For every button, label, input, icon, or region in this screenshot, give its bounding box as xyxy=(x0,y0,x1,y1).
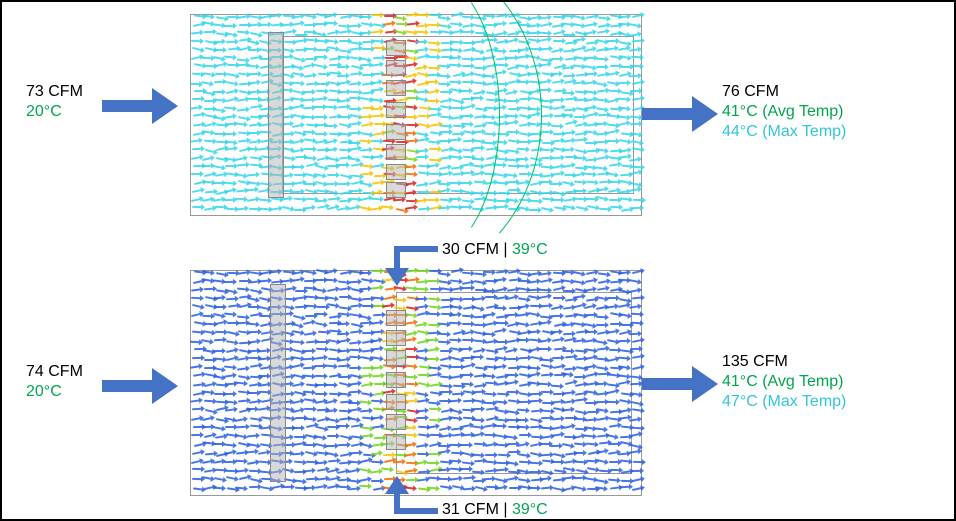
bottom-outlet-label: 135 CFM 41°C (Avg Temp) 47°C (Max Temp) xyxy=(722,352,846,412)
top-fan xyxy=(386,60,406,76)
aux-top-cfm: 30 CFM xyxy=(442,241,499,258)
top-filter-block xyxy=(268,32,284,198)
top-fan xyxy=(386,182,406,198)
arrow-right-icon xyxy=(102,368,186,404)
arrow-right-icon xyxy=(102,88,186,124)
top-outlet-avg: 41°C xyxy=(722,103,758,120)
aux-top-temp: 39°C xyxy=(512,241,548,258)
top-outlet-cfm: 76 CFM xyxy=(722,83,779,100)
top-outlet-max-note: (Max Temp) xyxy=(762,123,846,140)
top-inlet-cfm: 73 CFM xyxy=(26,83,83,100)
bottom-outlet-avg-note: (Avg Temp) xyxy=(762,373,843,390)
bottom-inlet-label: 74 CFM 20°C xyxy=(26,362,83,402)
bottom-filter-block xyxy=(270,284,286,482)
bottom-flow-panel xyxy=(190,270,640,494)
sep: | xyxy=(503,241,512,258)
top-vector-field xyxy=(190,14,640,214)
bottom-fan xyxy=(386,394,406,410)
top-fan xyxy=(386,80,406,96)
bottom-inlet-cfm: 74 CFM xyxy=(26,363,83,380)
bottom-fan xyxy=(386,350,406,366)
bottom-inlet-temp: 20°C xyxy=(26,383,62,400)
bottom-outlet-max-note: (Max Temp) xyxy=(762,393,846,410)
bottom-vector-field xyxy=(190,270,640,494)
bottom-outlet-avg: 41°C xyxy=(722,373,758,390)
top-inlet-label: 73 CFM 20°C xyxy=(26,82,83,122)
top-fan xyxy=(386,40,406,56)
top-fan xyxy=(386,164,406,180)
arrow-right-icon xyxy=(642,366,726,402)
diagram-frame: 73 CFM 20°C 76 CFM 41°C (Avg Temp) 44°C … xyxy=(0,0,956,521)
top-inlet-temp: 20°C xyxy=(26,103,62,120)
bottom-fan xyxy=(386,310,406,326)
top-fan xyxy=(386,124,406,140)
top-flow-panel xyxy=(190,14,640,214)
bottom-fan xyxy=(386,414,406,430)
bottom-fan xyxy=(386,372,406,388)
top-outlet-max: 44°C xyxy=(722,123,758,140)
arrow-right-icon xyxy=(642,96,726,132)
bottom-aux-bottom-label: 31 CFM | 39°C xyxy=(442,500,548,520)
top-fan xyxy=(386,102,406,118)
top-outlet-avg-note: (Avg Temp) xyxy=(762,103,843,120)
bottom-outlet-cfm: 135 CFM xyxy=(722,353,788,370)
bottom-fan xyxy=(386,330,406,346)
bottom-aux-top-label: 30 CFM | 39°C xyxy=(442,240,548,260)
aux-bot-cfm: 31 CFM xyxy=(442,501,499,518)
bottom-fan xyxy=(386,434,406,450)
top-fan xyxy=(386,144,406,160)
top-outlet-label: 76 CFM 41°C (Avg Temp) 44°C (Max Temp) xyxy=(722,82,846,142)
bottom-outlet-max: 47°C xyxy=(722,393,758,410)
aux-bot-temp: 39°C xyxy=(512,501,548,518)
sep: | xyxy=(503,501,512,518)
